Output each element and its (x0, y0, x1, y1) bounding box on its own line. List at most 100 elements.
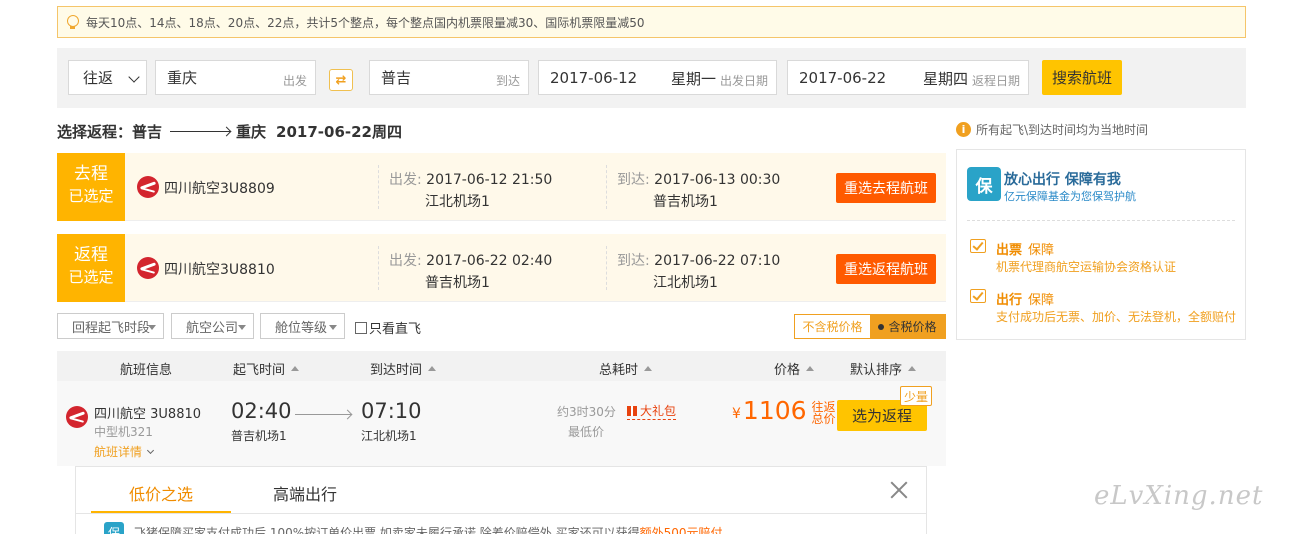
from-city-value: 重庆 (167, 69, 198, 87)
to-city-hint: 到达 (495, 74, 520, 88)
reselect-outbound-button[interactable]: 重选去程航班 (836, 173, 936, 203)
to-city-value: 普吉 (381, 69, 412, 87)
tab-low-price[interactable]: 低价之选 (129, 481, 193, 505)
title-date: 2017-06-22周四 (276, 123, 402, 141)
departure-label: 出发: (389, 172, 422, 188)
return-dep-time: 2017-06-22 02:40 (426, 253, 553, 269)
departure-date-input[interactable]: 2017-06-12 星期一 出发日期 (538, 60, 777, 95)
guarantee-subtitle: 亿元保障基金为您保驾护航 (1004, 190, 1136, 203)
watermark: eLvXing.net (1094, 481, 1264, 511)
outbound-departure: 出发: 2017-06-12 21:50 江北机场1 (389, 169, 552, 211)
return-date-value: 2017-06-22 (799, 68, 887, 87)
sort-price-label: 价格 (774, 363, 801, 378)
return-date-hint: 返程日期 (971, 74, 1020, 88)
outbound-tag: 去程 已选定 (57, 153, 125, 221)
sort-duration[interactable]: 总耗时 (599, 359, 653, 378)
sichuan-airlines-logo-icon (137, 257, 159, 279)
guarantee-title: 放心出行 保障有我 (1004, 172, 1121, 188)
travel-guarantee-title: 出行 保障 (996, 289, 1054, 308)
fare-options-panel: 低价之选 高端出行 保 飞猪保障买家支付成功后 100%按订单价出票,如卖家未履… (75, 466, 927, 534)
direct-only-label: 只看直飞 (369, 322, 422, 337)
gift-pack-link[interactable]: 大礼包 (627, 402, 677, 420)
sort-arr-time[interactable]: 到达时间 (370, 359, 437, 378)
return-tag-title: 返程 (74, 245, 108, 265)
swap-icon: ⇄ (335, 72, 347, 88)
flight-dep-airport: 普吉机场1 (231, 429, 287, 443)
currency-symbol: ¥ (732, 406, 741, 422)
sort-arrow-icon (428, 366, 437, 371)
guarantee-note-text: 飞猪保障买家支付成功后 100%按订单价出票,如卖家未履行承诺,除差价赔偿外,买… (134, 525, 640, 534)
time-slot-filter[interactable]: 回程起飞时段 (57, 313, 164, 339)
cabin-filter[interactable]: 舱位等级 (260, 313, 345, 339)
arrow-right-icon (170, 131, 231, 132)
time-slot-filter-label: 回程起飞时段 (72, 320, 151, 336)
search-bar: 往返 重庆 出发 ⇄ 普吉 到达 2017-06-12 星期一 出发日期 201… (57, 48, 1246, 108)
price-excl-tax-option[interactable]: 不含税价格 (795, 315, 870, 338)
direct-only-checkbox[interactable] (355, 321, 367, 334)
close-icon[interactable] (888, 479, 910, 501)
guarantee-note-highlight: 额外500元赔付 (639, 525, 723, 534)
flight-arr-time: 07:10 (361, 399, 422, 423)
return-arr-time: 2017-06-22 07:10 (654, 253, 781, 269)
travel-tag: 保障 (1028, 293, 1055, 308)
outbound-airline: 四川航空3U8809 (164, 181, 275, 197)
search-flights-button[interactable]: 搜索航班 (1042, 60, 1122, 95)
tab-premium[interactable]: 高端出行 (273, 481, 337, 505)
timezone-note: i 所有起飞\到达时间均为当地时间 (956, 121, 1148, 138)
guarantee-box: 保 放心出行 保障有我 亿元保障基金为您保驾护航 出票 保障 机票代理商航空运输协… (956, 149, 1246, 340)
flight-airline: 四川航空 3U8810 (94, 407, 202, 422)
sort-arr-time-label: 到达时间 (370, 363, 423, 378)
divider (606, 165, 607, 209)
lowest-price-label: 最低价 (568, 425, 605, 439)
trip-type-select[interactable]: 往返 (68, 60, 147, 95)
gift-pack-label: 大礼包 (640, 404, 677, 418)
chevron-down-icon (128, 71, 140, 83)
flight-arr-airport: 江北机场1 (361, 429, 417, 443)
check-icon (970, 289, 986, 303)
from-city-input[interactable]: 重庆 出发 (155, 60, 316, 95)
reselect-return-button[interactable]: 重选返程航班 (836, 254, 936, 284)
to-city-input[interactable]: 普吉 到达 (369, 60, 529, 95)
from-city-hint: 出发 (282, 74, 307, 88)
flight-details-link[interactable]: 航班详情 (94, 443, 155, 460)
caret-down-icon (148, 325, 156, 330)
timezone-note-text: 所有起飞\到达时间均为当地时间 (976, 123, 1149, 137)
flight-details-label: 航班详情 (94, 445, 143, 459)
return-departure: 出发: 2017-06-22 02:40 普吉机场1 (389, 250, 552, 292)
price-incl-tax-option[interactable]: 含税价格 (870, 315, 945, 338)
sort-dep-time-label: 起飞时间 (233, 363, 286, 378)
outbound-arr-time: 2017-06-13 00:30 (654, 172, 781, 188)
direct-only-toggle[interactable]: 只看直飞 (355, 318, 421, 337)
ticketing-title: 出票 (996, 243, 1023, 258)
return-tag: 返程 已选定 (57, 234, 125, 302)
price-value: 1106 (742, 396, 807, 425)
return-selected-card: 返程 已选定 四川航空3U8810 出发: 2017-06-22 02:40 普… (57, 234, 946, 302)
departure-weekday: 星期一 (670, 70, 716, 88)
travel-title: 出行 (996, 293, 1023, 308)
sichuan-airlines-logo-icon (66, 406, 88, 428)
sort-duration-label: 总耗时 (599, 363, 639, 378)
return-tag-status: 已选定 (68, 268, 114, 286)
ticketing-tag: 保障 (1028, 243, 1055, 258)
departure-date-value: 2017-06-12 (550, 68, 638, 87)
return-airline: 四川航空3U8810 (164, 262, 275, 278)
swap-cities-button[interactable]: ⇄ (329, 69, 353, 91)
return-arrival: 到达: 2017-06-22 07:10 江北机场1 (617, 250, 780, 292)
shield-icon: 保 (104, 522, 124, 534)
flight-dep-time: 02:40 (231, 399, 292, 423)
sort-arrow-icon (644, 366, 653, 371)
sort-default-label: 默认排序 (850, 363, 903, 378)
airline-filter-label: 航空公司 (186, 320, 239, 336)
return-date-input[interactable]: 2017-06-22 星期四 返程日期 (787, 60, 1029, 95)
travel-guarantee-desc: 支付成功后无票、加价、无法登机，全额赔付 (996, 310, 1237, 324)
airline-filter[interactable]: 航空公司 (171, 313, 254, 339)
arrow-right-icon (295, 414, 351, 415)
filter-bar: 回程起飞时段 航空公司 舱位等级 只看直飞 不含税价格 含税价格 (57, 313, 946, 339)
outbound-tag-status: 已选定 (68, 187, 114, 205)
sort-price[interactable]: 价格 (774, 359, 815, 378)
sort-dep-time[interactable]: 起飞时间 (233, 359, 300, 378)
arrival-label: 到达: (617, 253, 650, 269)
sort-default[interactable]: 默认排序 (850, 359, 917, 378)
title-origin: 选择返程：普吉 (57, 123, 163, 141)
check-icon (970, 239, 986, 253)
